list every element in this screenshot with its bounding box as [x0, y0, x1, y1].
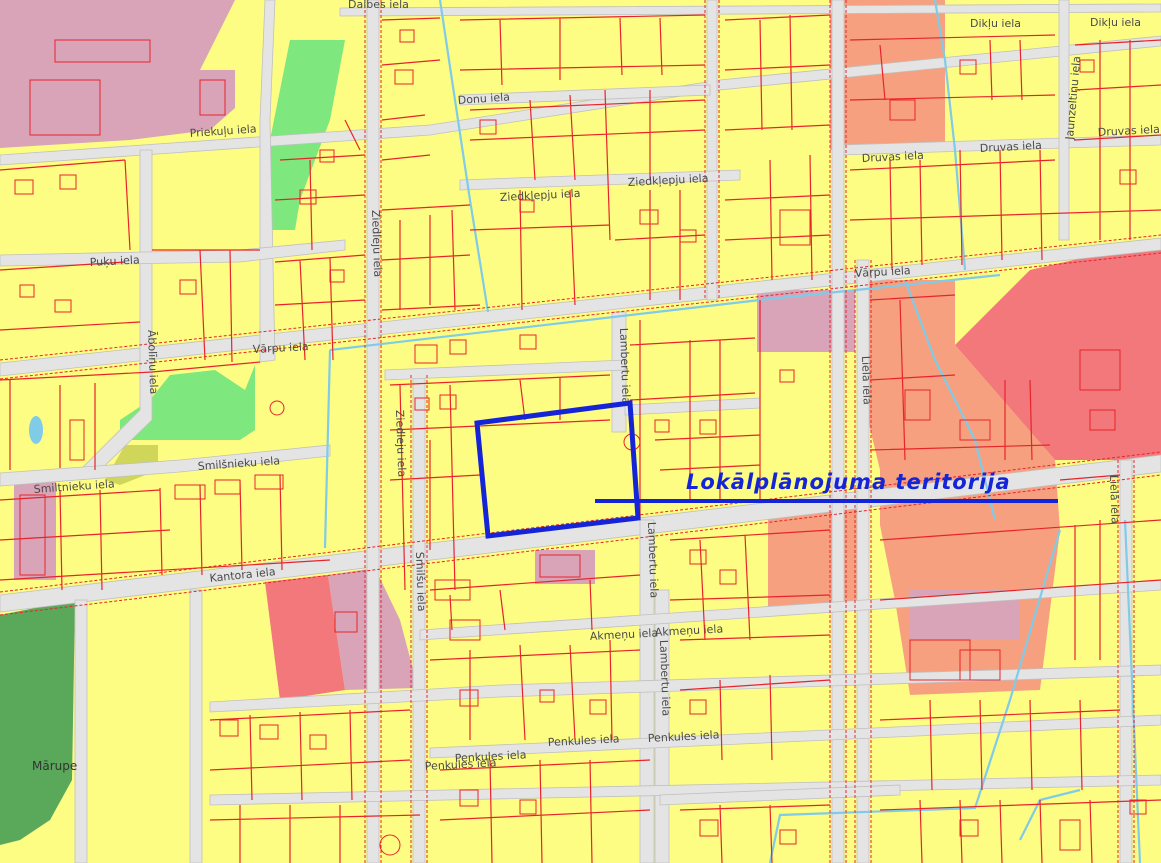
street-label: Liela iela: [859, 356, 874, 405]
road: [706, 0, 718, 301]
street-label: Lambertu iela: [657, 640, 673, 717]
street-label: Ziedleju iela: [369, 210, 384, 278]
pond: [29, 416, 43, 444]
road: [856, 259, 870, 863]
mixed-zone: [768, 508, 862, 607]
road: [74, 599, 88, 863]
zoning-map[interactable]: Daibes iela Dikļu iela Dikļu iela Prieku…: [0, 0, 1161, 863]
road: [189, 589, 203, 863]
street-label: Lambertu iela: [617, 328, 633, 405]
road: [366, 0, 380, 863]
street-label: Ziedleju iela: [393, 410, 408, 478]
street-label: Puķu iela: [89, 253, 139, 269]
street-label: Lielā iela: [1107, 475, 1122, 524]
street-label: Dikļu iela: [970, 17, 1021, 30]
street-label: Ābolīņu iela: [145, 330, 160, 395]
street-label: Dikļu iela: [1090, 16, 1141, 29]
street-label: Daibes iela: [348, 0, 409, 11]
street-label: Smilšu iela: [413, 552, 428, 612]
place-label: Mārupe: [32, 759, 77, 773]
road: [412, 374, 426, 863]
annotation-label: Lokālplānojuma teritorija: [686, 470, 1011, 494]
street-label: Lambertu iela: [645, 522, 661, 599]
